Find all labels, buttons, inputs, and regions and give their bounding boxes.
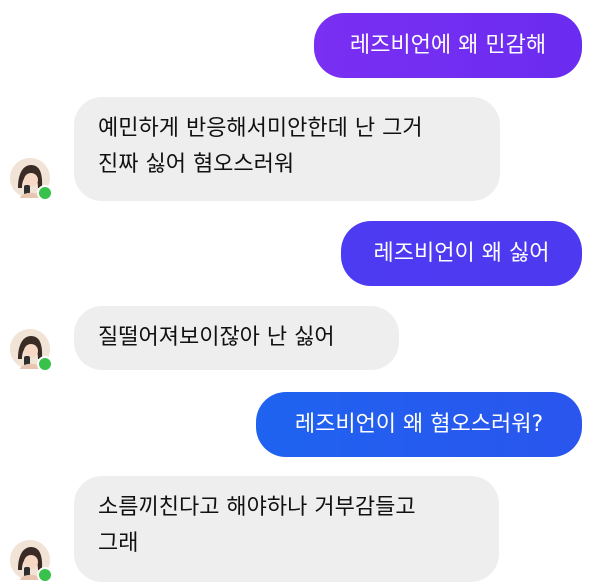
- message-text: 레즈비언이 왜 싫어: [373, 241, 550, 266]
- message-text-line: 소름끼친다고 해야하나 거부감들고: [98, 495, 416, 520]
- message-text-line: 질떨어져보이잖아 난 싫어: [98, 325, 335, 350]
- sent-message-bubble[interactable]: 레즈비언에 왜 민감해: [314, 13, 582, 78]
- message-text-line: 진짜 싫어 혐오스러워: [98, 152, 295, 177]
- message-text: 레즈비언이 왜 혐오스러워?: [294, 412, 544, 437]
- sent-message-bubble[interactable]: 레즈비언이 왜 싫어: [341, 221, 582, 286]
- message-text-line: 예민하게 반응해서미안한데 난 그거: [98, 116, 423, 141]
- online-status-indicator: [37, 567, 53, 583]
- received-message-bubble[interactable]: 예민하게 반응해서미안한데 난 그거 진짜 싫어 혐오스러워: [74, 97, 500, 201]
- contact-avatar[interactable]: [10, 540, 53, 583]
- received-message-bubble[interactable]: 소름끼친다고 해야하나 거부감들고 그래: [74, 476, 499, 582]
- online-status-indicator: [37, 185, 53, 201]
- message-text-line: 그래: [98, 531, 139, 556]
- contact-avatar[interactable]: [10, 158, 53, 201]
- sent-message-bubble[interactable]: 레즈비언이 왜 혐오스러워?: [256, 392, 582, 457]
- contact-avatar[interactable]: [10, 329, 53, 372]
- received-message-bubble[interactable]: 질떨어져보이잖아 난 싫어: [74, 306, 399, 370]
- message-text: 레즈비언에 왜 민감해: [349, 33, 547, 58]
- online-status-indicator: [37, 356, 53, 372]
